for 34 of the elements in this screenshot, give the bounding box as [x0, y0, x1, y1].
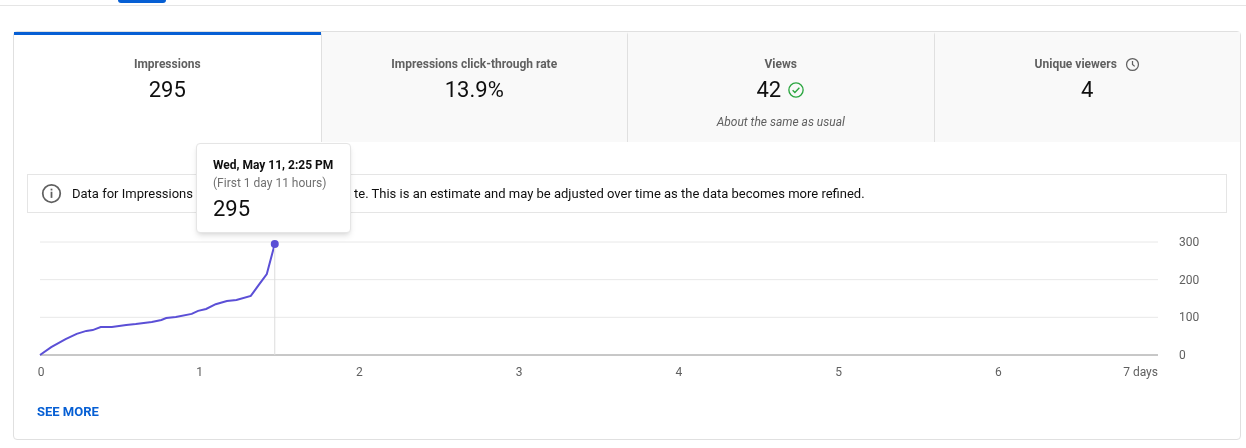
tooltip-period: (First 1 day 11 hours) — [213, 175, 328, 192]
x-tick-label: 3 — [515, 365, 523, 379]
metric-note: About the same as usual — [716, 114, 845, 131]
metric-value: 13.9% — [444, 76, 504, 104]
x-tick-label: 6 — [994, 365, 1002, 379]
x-tick-label: 1 — [196, 365, 204, 379]
metric-value: 42 — [756, 76, 782, 104]
metric-tab[interactable]: Unique viewers 4 — [933, 32, 1240, 142]
metric-value: 4 — [1081, 76, 1094, 104]
y-tick-label: 100 — [1179, 310, 1200, 325]
info-text: Data for Impressions — [72, 184, 193, 203]
check-circle-icon — [787, 81, 806, 99]
tooltip-value: 295 — [213, 195, 252, 223]
metric-value: 295 — [148, 76, 186, 104]
metric-title: Impressions — [133, 56, 201, 73]
metric-tab[interactable]: Views 42 About the same as usual — [627, 32, 934, 142]
info-text: te. This is an estimate and may be adjusted over time as the data becomes more refined. — [354, 184, 865, 203]
tooltip-date: Wed, May 11, 2:25 PM — [213, 157, 334, 174]
x-tick-label: 0 — [37, 365, 45, 379]
y-tick-label: 200 — [1179, 272, 1200, 287]
x-tick-label: 5 — [835, 365, 842, 379]
info-icon — [41, 183, 62, 204]
clock-icon — [1124, 56, 1140, 72]
see-more-link[interactable]: SEE MORE — [37, 402, 99, 422]
metric-title: Impressions click-through rate — [391, 56, 558, 73]
x-tick-label: 2 — [356, 365, 363, 379]
y-tick-label: 0 — [1179, 348, 1186, 362]
metric-tab[interactable]: Impressions click-through rate 13.9% — [320, 32, 627, 142]
y-tick-label: 300 — [1179, 235, 1200, 249]
metric-title: Views — [764, 56, 797, 73]
x-tick-label: 7 days — [1123, 365, 1158, 379]
x-tick-label: 4 — [675, 365, 683, 379]
metric-title: Unique viewers — [1034, 56, 1117, 73]
tab-indicator — [118, 0, 166, 3]
